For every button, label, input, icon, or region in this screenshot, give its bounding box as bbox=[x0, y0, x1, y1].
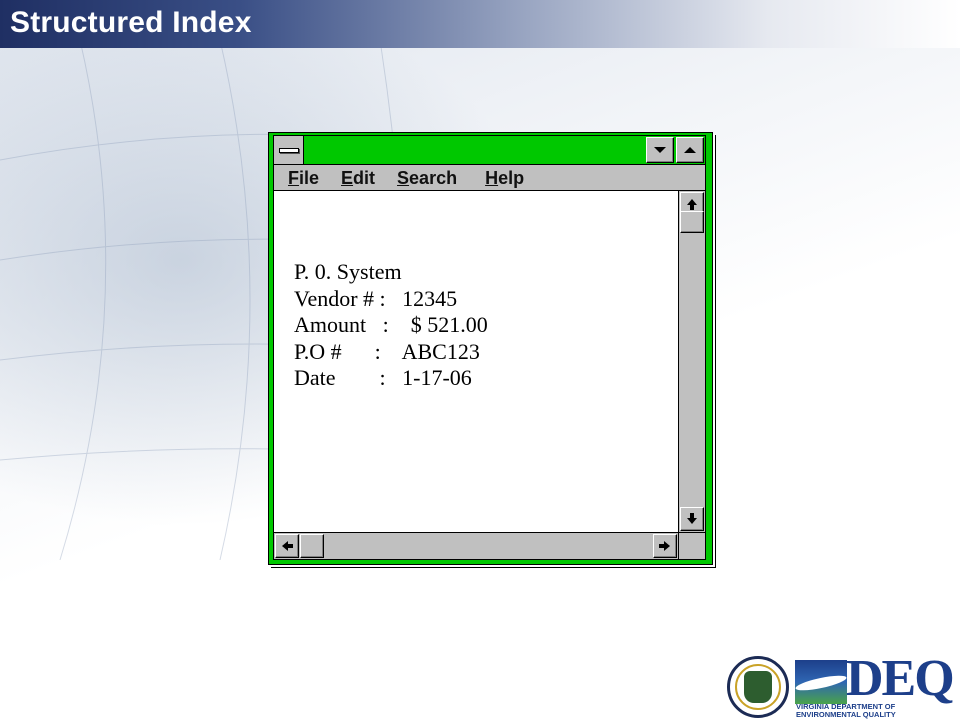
deq-river-logo bbox=[794, 660, 848, 704]
deq-logo-text: DEQ bbox=[846, 650, 955, 707]
menu-help[interactable]: Help bbox=[483, 166, 526, 190]
index-line-system: P. 0. System bbox=[294, 259, 402, 284]
menu-edit[interactable]: Edit bbox=[339, 166, 377, 190]
virginia-seal-logo bbox=[727, 656, 789, 718]
minimize-icon bbox=[654, 147, 666, 153]
index-line-amount: Amount : $ 521.00 bbox=[294, 312, 488, 337]
arrow-up-icon bbox=[687, 199, 697, 210]
scroll-right-button[interactable] bbox=[653, 534, 677, 558]
vertical-scroll-thumb[interactable] bbox=[680, 211, 704, 233]
arrow-down-icon bbox=[687, 513, 697, 524]
scrollbar-corner bbox=[678, 532, 705, 559]
menu-file[interactable]: File bbox=[286, 166, 321, 190]
index-line-po: P.O # : ABC123 bbox=[294, 338, 480, 364]
system-menu-icon bbox=[279, 148, 299, 153]
arrow-right-icon bbox=[659, 541, 670, 551]
window-frame: File Edit Search Help P. 0. System Vendor… bbox=[273, 135, 706, 560]
window-titlebar[interactable] bbox=[274, 136, 705, 165]
slide-title: Structured Index bbox=[10, 6, 252, 39]
deq-river-wave bbox=[794, 672, 848, 694]
horizontal-scroll-thumb[interactable] bbox=[300, 534, 324, 558]
app-window: File Edit Search Help P. 0. System Vendor… bbox=[268, 132, 713, 565]
document-area[interactable]: P. 0. System Vendor # : 12345 Amount : $ 5… bbox=[274, 191, 678, 532]
index-line-vendor: Vendor # : 12345 bbox=[294, 285, 458, 311]
arrow-left-icon bbox=[282, 541, 293, 551]
deq-logo-subtitle: VIRGINIA DEPARTMENT OF ENVIRONMENTAL QUA… bbox=[796, 702, 896, 719]
menu-search[interactable]: Search bbox=[395, 166, 459, 190]
vertical-scrollbar[interactable] bbox=[678, 191, 705, 532]
maximize-button[interactable] bbox=[676, 137, 704, 163]
slide-title-band: Structured Index bbox=[0, 0, 960, 48]
minimize-button[interactable] bbox=[646, 137, 674, 163]
menu-bar: File Edit Search Help bbox=[274, 165, 705, 191]
horizontal-scrollbar[interactable] bbox=[274, 532, 678, 559]
index-line-date: Date : 1-17-06 bbox=[294, 365, 472, 390]
scroll-left-button[interactable] bbox=[275, 534, 299, 558]
scroll-down-button[interactable] bbox=[680, 507, 704, 531]
maximize-icon bbox=[684, 147, 696, 153]
system-menu-button[interactable] bbox=[274, 136, 304, 164]
index-fields: P. 0. System Vendor # : 12345 Amount : $ 5… bbox=[294, 259, 488, 392]
seal-figure bbox=[744, 671, 772, 703]
